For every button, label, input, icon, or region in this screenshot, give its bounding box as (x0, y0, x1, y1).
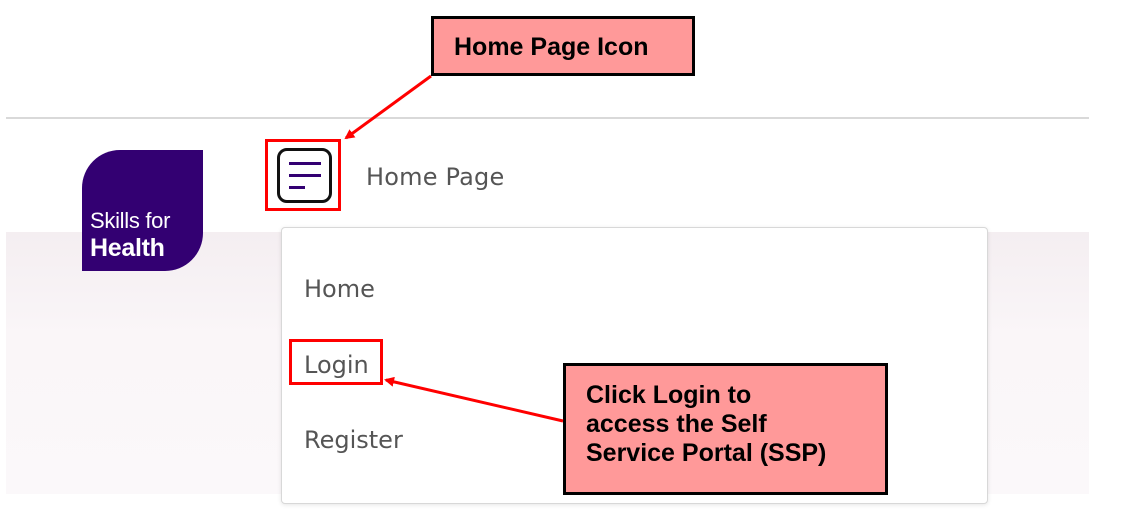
menu-button-highlight (265, 139, 341, 211)
callout-line: access the Self (586, 410, 767, 438)
arrow-to-menu-icon (344, 74, 432, 140)
callout-line: Click Login to (586, 381, 752, 409)
callout-line: Service Portal (SSP) (586, 439, 827, 467)
page-title: Home Page (366, 163, 505, 191)
logo-text-line1: Skills for (90, 208, 171, 233)
header-divider (6, 117, 1089, 119)
home-page-icon-callout: Home Page Icon (431, 16, 695, 76)
login-highlight (289, 339, 383, 385)
skills-for-health-logo[interactable]: Skills for Health (82, 150, 203, 271)
logo-text-line2: Health (90, 234, 165, 262)
menu-item-home[interactable]: Home (304, 275, 375, 303)
menu-item-register[interactable]: Register (304, 426, 403, 454)
login-callout: Click Login to access the Self Service P… (563, 363, 888, 495)
